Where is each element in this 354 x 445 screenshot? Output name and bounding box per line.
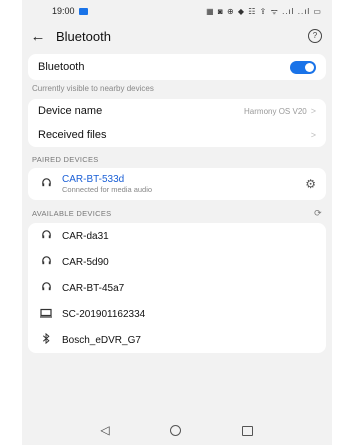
nav-recents-icon[interactable] [242,423,256,437]
available-devices-card: CAR-da31 CAR-5d90 CAR-BT-45a7 SC-2019011… [28,223,326,353]
paired-devices-header: PAIRED DEVICES [22,147,332,168]
settings-card: Device name Harmony OS V20 > Received fi… [28,99,326,147]
bluetooth-icon [38,332,54,347]
paired-device-name: CAR-BT-533d [62,174,125,185]
paired-devices-card: CAR-BT-533d Connected for media audio ⚙ [28,168,326,200]
headset-icon [38,255,54,269]
nav-back-icon[interactable]: ◁ [98,423,112,437]
nav-home-icon[interactable] [170,423,184,437]
headset-icon [38,177,54,191]
settings-gear-icon[interactable]: ⚙ [305,177,316,191]
bluetooth-label: Bluetooth [38,61,85,73]
available-device-item[interactable]: SC-201901162334 [28,301,326,327]
page-title: Bluetooth [56,28,111,44]
available-device-item[interactable]: Bosch_eDVR_G7 [28,327,326,353]
notification-icon [78,7,88,15]
status-icons: ▦ ◙ ⊕ ◆ ☷ ⇪ ᯤ ..ıl ..ıl ▭ [206,6,322,16]
headset-icon [38,281,54,295]
available-device-item[interactable]: CAR-BT-45a7 [28,275,326,301]
bluetooth-toggle-card: Bluetooth [28,54,326,80]
available-device-name: SC-201901162334 [62,308,146,320]
device-name-row[interactable]: Device name Harmony OS V20 > [28,99,326,123]
phone-screen: 19:00 ▦ ◙ ⊕ ◆ ☷ ⇪ ᯤ ..ıl ..ıl ▭ ← Blueto… [22,0,332,445]
paired-device-item[interactable]: CAR-BT-533d Connected for media audio ⚙ [28,168,326,200]
available-device-name: CAR-BT-45a7 [62,282,125,294]
available-devices-header: AVAILABLE DEVICES ⟳ [22,200,332,223]
bluetooth-toggle-row[interactable]: Bluetooth [28,54,326,80]
chevron-right-icon: > [310,130,316,140]
app-bar: ← Bluetooth ? [22,22,332,50]
status-bar: 19:00 ▦ ◙ ⊕ ◆ ☷ ⇪ ᯤ ..ıl ..ıl ▭ [22,0,332,22]
available-device-item[interactable]: CAR-5d90 [28,249,326,275]
computer-icon [38,308,54,321]
headset-icon [38,229,54,243]
available-devices-title: AVAILABLE DEVICES [32,209,112,218]
help-icon[interactable]: ? [308,29,322,43]
back-arrow-icon[interactable]: ← [28,28,48,45]
refresh-icon[interactable]: ⟳ [314,208,322,219]
visibility-hint: Currently visible to nearby devices [32,84,154,93]
status-time: 19:00 [52,6,75,16]
system-nav-bar: ◁ [22,423,332,437]
device-name-value: Harmony OS V20 [244,106,307,116]
chevron-right-icon: > [310,106,316,116]
available-device-name: Bosch_eDVR_G7 [62,334,141,346]
received-files-row[interactable]: Received files > [28,123,326,147]
received-files-label: Received files [38,129,107,141]
available-device-item[interactable]: CAR-da31 [28,223,326,249]
device-name-label: Device name [38,105,103,117]
available-device-name: CAR-5d90 [62,256,109,268]
paired-devices-title: PAIRED DEVICES [32,155,99,164]
paired-device-status: Connected for media audio [62,185,153,194]
bluetooth-toggle[interactable] [290,60,316,74]
available-device-name: CAR-da31 [62,230,109,242]
